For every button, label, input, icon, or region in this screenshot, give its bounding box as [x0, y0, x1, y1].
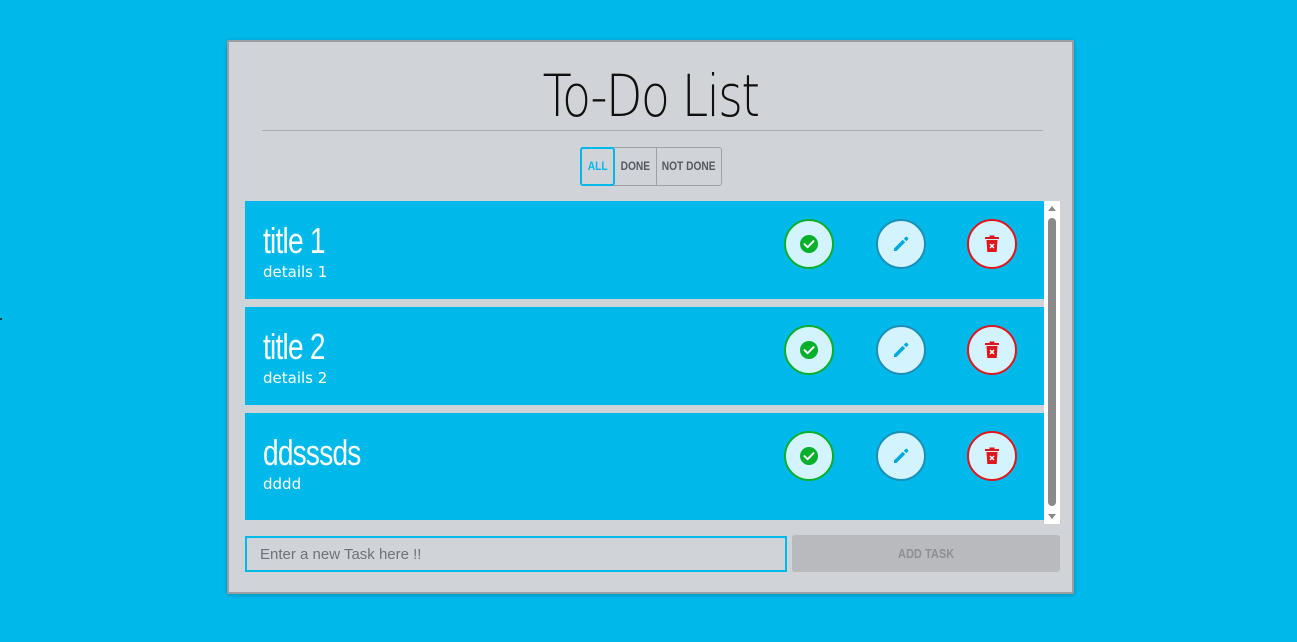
filter-done-button[interactable]: DONE	[615, 148, 657, 185]
task-title: title 1	[263, 220, 325, 261]
task-list-scrollbar[interactable]	[1044, 201, 1060, 524]
add-task-label: ADD TASK	[897, 546, 955, 561]
task-item: title 1 details 1	[245, 201, 1044, 299]
task-item: title 2 details 2	[245, 307, 1044, 405]
edit-task-button[interactable]	[876, 325, 926, 375]
task-title: ddsssds	[263, 432, 361, 473]
task-details: details 2	[263, 369, 328, 387]
task-list: title 1 details 1 title 2 details 2 ddss…	[245, 201, 1060, 524]
filter-not-done-label: NOT DONE	[662, 159, 716, 173]
filter-group: ALL DONE NOT DONE	[580, 147, 722, 186]
trash-icon	[985, 447, 999, 464]
task-details: details 1	[263, 263, 328, 281]
filter-all-label: ALL	[587, 159, 608, 173]
complete-task-button[interactable]	[784, 219, 834, 269]
edit-task-button[interactable]	[876, 219, 926, 269]
task-item: ddsssds dddd	[245, 413, 1044, 520]
trash-icon	[985, 341, 999, 358]
trash-icon	[985, 235, 999, 252]
delete-task-button[interactable]	[967, 325, 1017, 375]
filter-not-done-button[interactable]: NOT DONE	[657, 148, 721, 185]
scroll-thumb[interactable]	[1048, 218, 1056, 506]
scroll-down-arrow-icon[interactable]	[1048, 514, 1056, 519]
pencil-icon	[894, 342, 909, 357]
edit-task-button[interactable]	[876, 431, 926, 481]
check-circle-icon	[800, 235, 818, 253]
check-circle-icon	[800, 447, 818, 465]
pencil-icon	[894, 236, 909, 251]
pencil-icon	[894, 448, 909, 463]
title-divider	[262, 130, 1043, 131]
complete-task-button[interactable]	[784, 431, 834, 481]
edge-mark	[0, 318, 2, 320]
task-title: title 2	[263, 326, 325, 367]
scroll-up-arrow-icon[interactable]	[1048, 206, 1056, 211]
todo-card: To-Do List ALL DONE NOT DONE title 1 det…	[227, 40, 1074, 594]
task-list-viewport: title 1 details 1 title 2 details 2 ddss…	[245, 201, 1044, 524]
filter-done-label: DONE	[620, 159, 651, 173]
add-task-button[interactable]: ADD TASK	[792, 535, 1060, 572]
new-task-input[interactable]	[245, 536, 787, 572]
task-details: dddd	[263, 475, 302, 493]
check-circle-icon	[800, 341, 818, 359]
complete-task-button[interactable]	[784, 325, 834, 375]
delete-task-button[interactable]	[967, 219, 1017, 269]
delete-task-button[interactable]	[967, 431, 1017, 481]
filter-all-button[interactable]: ALL	[580, 147, 615, 186]
page-title: To-Do List	[542, 62, 760, 130]
